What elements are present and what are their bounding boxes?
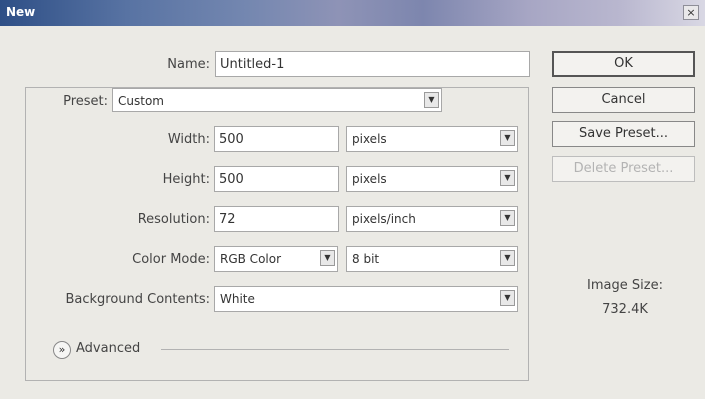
title-bar[interactable]: New × [0, 0, 705, 26]
width-unit-select[interactable]: pixels ▼ [346, 126, 518, 152]
dropdown-arrow-icon[interactable]: ▼ [320, 250, 335, 266]
name-label: Name: [167, 57, 210, 72]
save-preset-button[interactable]: Save Preset... [552, 121, 695, 147]
background-contents-value: White [220, 292, 255, 306]
resolution-input[interactable] [214, 206, 339, 232]
delete-preset-button: Delete Preset... [552, 156, 695, 182]
advanced-divider [161, 349, 509, 350]
close-icon: × [686, 6, 696, 19]
dropdown-arrow-icon[interactable]: ▼ [500, 170, 515, 186]
height-input[interactable] [214, 166, 339, 192]
preset-select[interactable]: Custom ▼ [112, 88, 442, 112]
resolution-unit-value: pixels/inch [352, 212, 416, 226]
width-input[interactable] [214, 126, 339, 152]
dropdown-arrow-icon[interactable]: ▼ [424, 92, 439, 108]
bit-depth-select[interactable]: 8 bit ▼ [346, 246, 518, 272]
width-label: Width: [167, 132, 210, 147]
dropdown-arrow-icon[interactable]: ▼ [500, 210, 515, 226]
close-button[interactable]: × [683, 5, 699, 20]
dropdown-arrow-icon[interactable]: ▼ [500, 130, 515, 146]
ok-button[interactable]: OK [552, 51, 695, 77]
dropdown-arrow-icon[interactable]: ▼ [500, 250, 515, 266]
preset-label: Preset: [36, 94, 111, 109]
height-unit-value: pixels [352, 172, 387, 186]
color-mode-label: Color Mode: [132, 252, 210, 267]
cancel-button[interactable]: Cancel [552, 87, 695, 113]
background-contents-select[interactable]: White ▼ [214, 286, 518, 312]
color-mode-value: RGB Color [220, 252, 282, 266]
height-label: Height: [162, 172, 210, 187]
background-contents-label: Background Contents: [65, 292, 210, 307]
dropdown-arrow-icon[interactable]: ▼ [500, 290, 515, 306]
resolution-unit-select[interactable]: pixels/inch ▼ [346, 206, 518, 232]
image-size-value: 732.4K [602, 302, 648, 317]
image-size-label: Image Size: [587, 278, 663, 293]
advanced-expand-icon[interactable]: » [53, 341, 71, 359]
bit-depth-value: 8 bit [352, 252, 380, 266]
window-title: New [6, 5, 36, 19]
new-document-dialog: New × Name: Preset: Custom ▼ Width: pixe… [0, 0, 705, 399]
advanced-label[interactable]: Advanced [76, 341, 140, 356]
height-unit-select[interactable]: pixels ▼ [346, 166, 518, 192]
color-mode-select[interactable]: RGB Color ▼ [214, 246, 338, 272]
preset-value: Custom [118, 94, 164, 108]
width-unit-value: pixels [352, 132, 387, 146]
resolution-label: Resolution: [137, 212, 210, 227]
name-input[interactable] [215, 51, 530, 77]
